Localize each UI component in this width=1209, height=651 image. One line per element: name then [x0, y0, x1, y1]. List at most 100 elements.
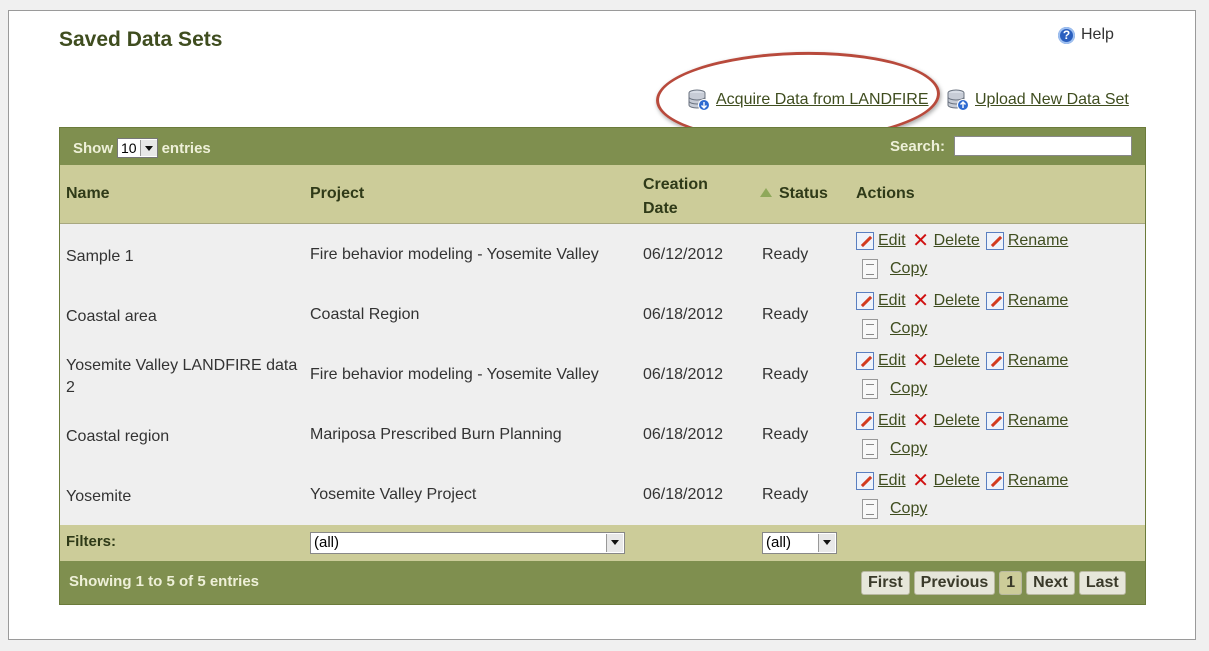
rename-link[interactable]: Rename	[1008, 292, 1068, 310]
filters-label: Filters:	[66, 533, 117, 550]
rename-icon[interactable]	[985, 292, 1004, 310]
delete-icon[interactable]: ✕	[912, 231, 930, 251]
row-name: Sample 1	[66, 248, 134, 265]
status-filter-select[interactable]: (all)	[762, 532, 837, 554]
rename-icon[interactable]	[985, 232, 1004, 250]
first-page-button[interactable]: First	[861, 571, 910, 595]
edit-link[interactable]: Edit	[878, 352, 906, 370]
edit-icon[interactable]	[856, 232, 874, 250]
search-input[interactable]	[954, 136, 1132, 156]
table-row: Yosemite Valley LANDFIRE data 2 Fire beha…	[60, 345, 1145, 405]
show-label: Show	[73, 139, 113, 157]
row-name: Yosemite Valley LANDFIRE data 2	[66, 357, 298, 396]
delete-link[interactable]: Delete	[934, 472, 980, 490]
help-label: Help	[1081, 26, 1114, 43]
rename-icon[interactable]	[985, 412, 1004, 430]
entries-select[interactable]: 10	[117, 138, 158, 158]
row-status: Ready	[762, 426, 809, 443]
copy-link[interactable]: Copy	[890, 320, 927, 338]
column-actions: Actions	[856, 185, 915, 202]
acquire-data-link[interactable]: Acquire Data from LANDFIRE	[688, 88, 929, 112]
copy-link[interactable]: Copy	[890, 260, 927, 278]
copy-icon[interactable]	[862, 319, 878, 339]
rename-icon[interactable]	[985, 352, 1004, 370]
table-row: Sample 1 Fire behavior modeling - Yosemit…	[60, 225, 1145, 285]
column-name[interactable]: Name	[66, 185, 110, 203]
table-header: Name Project Creation Date Status Action…	[60, 165, 1145, 224]
page-1-button[interactable]: 1	[999, 571, 1023, 595]
previous-page-button[interactable]: Previous	[913, 571, 996, 595]
delete-icon[interactable]: ✕	[912, 411, 930, 431]
copy-icon[interactable]	[862, 259, 878, 279]
row-project: Fire behavior modeling - Yosemite Valley	[310, 366, 599, 383]
row-name: Coastal region	[66, 428, 170, 445]
edit-link[interactable]: Edit	[878, 412, 906, 430]
delete-link[interactable]: Delete	[934, 292, 980, 310]
copy-link[interactable]: Copy	[890, 500, 927, 518]
row-project: Mariposa Prescribed Burn Planning	[310, 426, 562, 443]
row-creation-date: 06/18/2012	[643, 306, 724, 323]
help-link[interactable]: ? Help	[1058, 26, 1114, 44]
show-entries: Show 10 entries	[73, 138, 211, 158]
upload-data-link[interactable]: Upload New Data Set	[947, 88, 1129, 112]
column-creation-date-line2: Date	[643, 200, 678, 217]
column-status-label: Status	[779, 185, 828, 202]
copy-icon[interactable]	[862, 439, 878, 459]
delete-icon[interactable]: ✕	[912, 291, 930, 311]
row-actions: Edit ✕ Delete Rename Copy	[856, 407, 1074, 463]
copy-link[interactable]: Copy	[890, 440, 927, 458]
edit-icon[interactable]	[856, 292, 874, 310]
copy-icon[interactable]	[862, 379, 878, 399]
edit-link[interactable]: Edit	[878, 472, 906, 490]
delete-icon[interactable]: ✕	[912, 351, 930, 371]
row-name: Coastal area	[66, 308, 157, 325]
table-row: Coastal area Coastal Region 06/18/2012 Read…	[60, 285, 1145, 345]
rename-link[interactable]: Rename	[1008, 472, 1068, 490]
edit-icon[interactable]	[856, 412, 874, 430]
column-creation-date-line1: Creation	[643, 176, 708, 193]
copy-icon[interactable]	[862, 499, 878, 519]
rename-icon[interactable]	[985, 472, 1004, 490]
help-icon: ?	[1058, 26, 1075, 44]
next-page-button[interactable]: Next	[1026, 571, 1075, 595]
delete-icon[interactable]: ✕	[912, 471, 930, 491]
row-actions: Edit ✕ Delete Rename Copy	[856, 467, 1074, 523]
search-label: Search:	[890, 138, 946, 155]
row-actions: Edit ✕ Delete Rename Copy	[856, 227, 1074, 283]
datasets-table: Show 10 entries Search: Name Project Cre…	[59, 127, 1146, 605]
row-project: Coastal Region	[310, 306, 420, 323]
rename-link[interactable]: Rename	[1008, 232, 1068, 250]
row-actions: Edit ✕ Delete Rename Copy	[856, 347, 1074, 403]
delete-link[interactable]: Delete	[934, 352, 980, 370]
column-creation-date[interactable]: Creation Date	[643, 173, 708, 221]
edit-link[interactable]: Edit	[878, 292, 906, 310]
row-creation-date: 06/12/2012	[643, 246, 724, 263]
project-filter-value: (all)	[314, 534, 339, 551]
database-upload-icon	[947, 89, 969, 111]
column-project[interactable]: Project	[310, 185, 364, 203]
row-creation-date: 06/18/2012	[643, 366, 724, 383]
table-row: Yosemite Yosemite Valley Project 06/18/201…	[60, 465, 1145, 525]
row-status: Ready	[762, 246, 809, 263]
edit-link[interactable]: Edit	[878, 232, 906, 250]
project-filter-select[interactable]: (all)	[310, 532, 625, 554]
column-status[interactable]: Status	[760, 185, 828, 203]
edit-icon[interactable]	[856, 352, 874, 370]
row-project: Fire behavior modeling - Yosemite Valley	[310, 246, 599, 263]
edit-icon[interactable]	[856, 472, 874, 490]
rename-link[interactable]: Rename	[1008, 352, 1068, 370]
last-page-button[interactable]: Last	[1078, 571, 1126, 595]
row-status: Ready	[762, 486, 809, 503]
delete-link[interactable]: Delete	[934, 232, 980, 250]
acquire-data-label: Acquire Data from LANDFIRE	[716, 91, 929, 108]
chevron-down-icon	[139, 140, 157, 156]
rename-link[interactable]: Rename	[1008, 412, 1068, 430]
database-icon	[688, 89, 710, 111]
delete-link[interactable]: Delete	[934, 412, 980, 430]
copy-link[interactable]: Copy	[890, 380, 927, 398]
table-row: Coastal region Mariposa Prescribed Burn P…	[60, 405, 1145, 465]
row-name: Yosemite	[66, 488, 132, 505]
chevron-down-icon	[606, 534, 623, 552]
upload-data-label: Upload New Data Set	[975, 91, 1129, 108]
row-actions: Edit ✕ Delete Rename Copy	[856, 287, 1074, 343]
